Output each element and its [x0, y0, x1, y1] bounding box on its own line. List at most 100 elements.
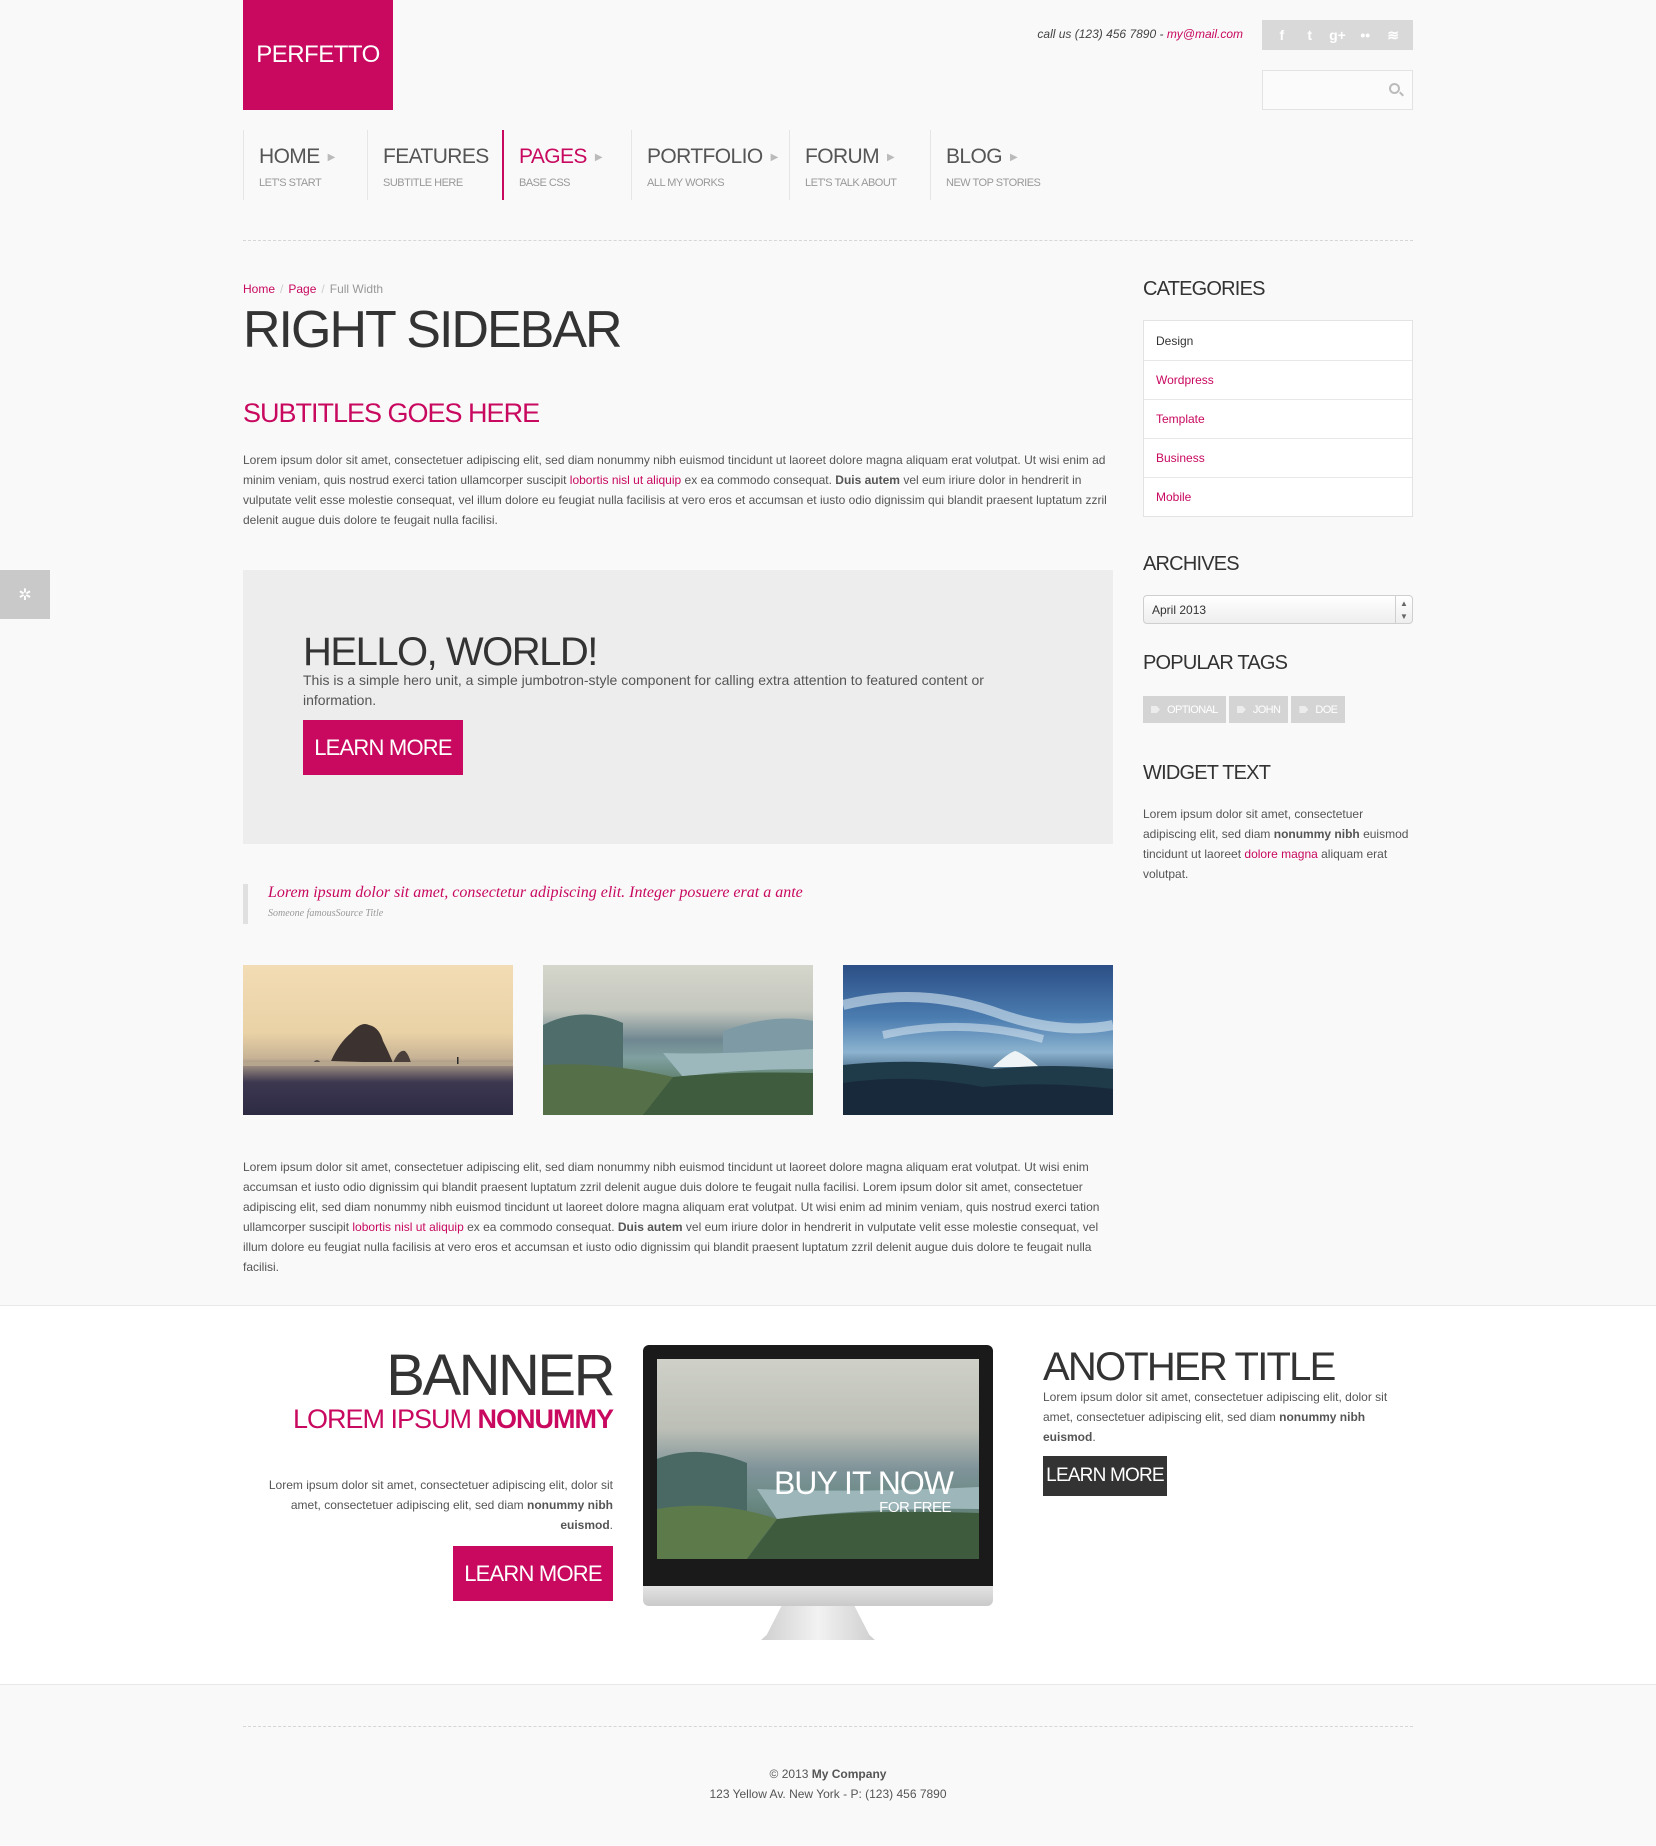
widget-text: Lorem ipsum dolor sit amet, consectetuer… — [1143, 807, 1409, 881]
page-title: RIGHT SIDEBAR — [243, 301, 623, 359]
archives-select[interactable]: April 2013 ▲ ▼ — [1143, 595, 1413, 624]
nav-item-subtitle: LET'S START — [259, 177, 322, 189]
arrow-right-icon: ▶ — [327, 151, 336, 163]
widget-link[interactable]: dolore magna — [1244, 847, 1317, 861]
hero-learn-more-button[interactable]: LEARN MORE — [303, 720, 463, 775]
nav-item-subtitle: BASE CSS — [519, 177, 571, 189]
twitter-icon[interactable]: t — [1298, 27, 1322, 43]
banner-learn-more-button[interactable]: LEARN MORE — [453, 1546, 613, 1601]
arrow-right-icon: ▶ — [770, 151, 779, 163]
nav-item-blog[interactable]: BLOG ▶ NEW TOP STORIES — [930, 130, 1070, 200]
monitor-stand — [761, 1606, 875, 1640]
category-mobile[interactable]: Mobile — [1144, 477, 1412, 516]
google-plus-icon[interactable]: g+ — [1325, 27, 1349, 43]
beach-rock-illustration — [243, 1024, 513, 1066]
site-logo[interactable]: PERFETTO — [243, 0, 393, 110]
gallery-image-beach-rock[interactable] — [243, 965, 513, 1115]
settings-gear-icon[interactable]: ✲ — [0, 570, 50, 619]
footer-copyright: © 2013 My Company — [769, 1767, 887, 1781]
breadcrumb: Home / Page / Full Width — [243, 282, 384, 296]
archives-heading: ARCHIVES — [1143, 553, 1240, 575]
monitor-screen[interactable]: BUY IT NOW FOR FREE — [657, 1359, 979, 1559]
nav-divider — [243, 240, 1413, 241]
body-link[interactable]: lobortis nisl ut aliquip — [352, 1220, 463, 1234]
nav-item-pages[interactable]: PAGES ▶ BASE CSS — [502, 130, 631, 200]
tag-optional[interactable]: OPTIONAL — [1143, 696, 1226, 723]
hero-unit: HELLO, WORLD! This is a simple hero unit… — [243, 570, 1113, 844]
mountain-sky-illustration — [843, 992, 1113, 1115]
gallery-image-river-valley[interactable] — [543, 965, 813, 1115]
category-design[interactable]: Design — [1144, 321, 1412, 360]
blockquote: Lorem ipsum dolor sit amet, consectetur … — [243, 884, 803, 924]
popular-tags-heading: POPULAR TAGS — [1143, 652, 1288, 674]
monitor-chin — [643, 1586, 993, 1606]
quote-source: Someone famousSource Title — [268, 908, 384, 919]
gallery-image-mountain-sky[interactable] — [843, 965, 1113, 1115]
page-subtitle: SUBTITLES GOES HERE — [243, 398, 540, 428]
quote-text: Lorem ipsum dolor sit amet, consectetur … — [268, 884, 803, 901]
tag-icon — [1236, 706, 1246, 713]
nav-item-subtitle: NEW TOP STORIES — [946, 177, 1041, 189]
intro-link[interactable]: lobortis nisl ut aliquip — [570, 473, 681, 487]
another-text: Lorem ipsum dolor sit amet, consectetuer… — [1043, 1390, 1388, 1444]
rss-icon[interactable]: ≋ — [1381, 27, 1405, 44]
nav-item-title: HOME — [259, 145, 320, 168]
tag-john[interactable]: JOHN — [1228, 696, 1289, 723]
tag-cloud: OPTIONAL JOHN DOE — [1143, 696, 1346, 723]
page: PERFETTO call us (123) 456 7890 - my@mai… — [0, 0, 1656, 1846]
screen-landscape — [657, 1451, 979, 1559]
banner-subtitle: LOREM IPSUM NONUMMY — [292, 1404, 614, 1434]
main-nav: HOME ▶ LET'S START FEATURES SUBTITLE HERE… — [243, 130, 1070, 200]
breadcrumb-home-link[interactable]: Home — [243, 282, 275, 296]
arrow-right-icon: ▶ — [887, 151, 895, 163]
breadcrumb-current: Full Width — [329, 282, 384, 296]
categories-heading: CATEGORIES — [1143, 278, 1265, 300]
widget-text-heading: WIDGET TEXT — [1143, 762, 1271, 784]
another-title: ANOTHER TITLE — [1043, 1345, 1336, 1389]
facebook-icon[interactable]: f — [1270, 27, 1294, 43]
nav-item-title: FORUM — [805, 145, 880, 168]
arrow-right-icon: ▶ — [594, 151, 603, 163]
search-input[interactable] — [1262, 70, 1413, 110]
hero-title: HELLO, WORLD! — [303, 630, 598, 674]
select-arrows-icon: ▲ ▼ — [1395, 596, 1412, 623]
search-icon[interactable] — [1389, 83, 1400, 94]
breadcrumb-page-link[interactable]: Page — [288, 282, 316, 296]
tag-doe[interactable]: DOE — [1291, 696, 1346, 723]
category-wordpress[interactable]: Wordpress — [1144, 360, 1412, 399]
tag-icon — [1299, 706, 1309, 713]
monitor-illustration: BUY IT NOW FOR FREE — [643, 1345, 993, 1647]
social-bar: f t g+ •• ≋ — [1262, 20, 1413, 50]
categories-list: Design Wordpress Template Business Mobil… — [1143, 320, 1413, 517]
nav-item-subtitle: ALL MY WORKS — [647, 177, 725, 189]
footer-divider — [243, 1726, 1413, 1727]
tag-icon — [1151, 706, 1160, 713]
archives-selected-value: April 2013 — [1152, 603, 1207, 617]
category-business[interactable]: Business — [1144, 438, 1412, 477]
another-learn-more-button[interactable]: LEARN MORE — [1043, 1456, 1167, 1496]
nav-item-title: PORTFOLIO — [647, 145, 763, 168]
contact-phone: call us (123) 456 7890 - — [1037, 27, 1167, 41]
nav-item-subtitle: SUBTITLE HERE — [383, 177, 463, 189]
intro-paragraph: Lorem ipsum dolor sit amet, consectetuer… — [243, 453, 1107, 527]
nav-item-title: FEATURES — [383, 145, 489, 168]
arrow-right-icon: ▶ — [1009, 151, 1018, 163]
nav-item-home[interactable]: HOME ▶ LET'S START — [243, 130, 367, 200]
screen-for-free-text: FOR FREE — [879, 1499, 951, 1516]
nav-item-title: PAGES — [519, 145, 587, 168]
nav-item-features[interactable]: FEATURES SUBTITLE HERE — [367, 130, 502, 200]
nav-item-portfolio[interactable]: PORTFOLIO ▶ ALL MY WORKS — [631, 130, 789, 200]
body-paragraph: Lorem ipsum dolor sit amet, consectetuer… — [243, 1160, 1100, 1274]
contact-info: call us (123) 456 7890 - my@mail.com — [1037, 27, 1243, 41]
nav-item-forum[interactable]: FORUM ▶ LET'S TALK ABOUT — [789, 130, 930, 200]
banner-title: BANNER — [386, 1343, 615, 1408]
river-valley-illustration — [543, 1014, 813, 1115]
screen-buy-now-text: BUY IT NOW — [773, 1465, 954, 1501]
category-template[interactable]: Template — [1144, 399, 1412, 438]
contact-email-link[interactable]: my@mail.com — [1167, 27, 1243, 41]
nav-item-subtitle: LET'S TALK ABOUT — [805, 177, 897, 189]
nav-item-title: BLOG — [946, 145, 1003, 168]
hero-text: This is a simple hero unit, a simple jum… — [303, 672, 984, 708]
flickr-icon[interactable]: •• — [1353, 27, 1377, 43]
banner-text: Lorem ipsum dolor sit amet, consectetuer… — [268, 1478, 613, 1532]
